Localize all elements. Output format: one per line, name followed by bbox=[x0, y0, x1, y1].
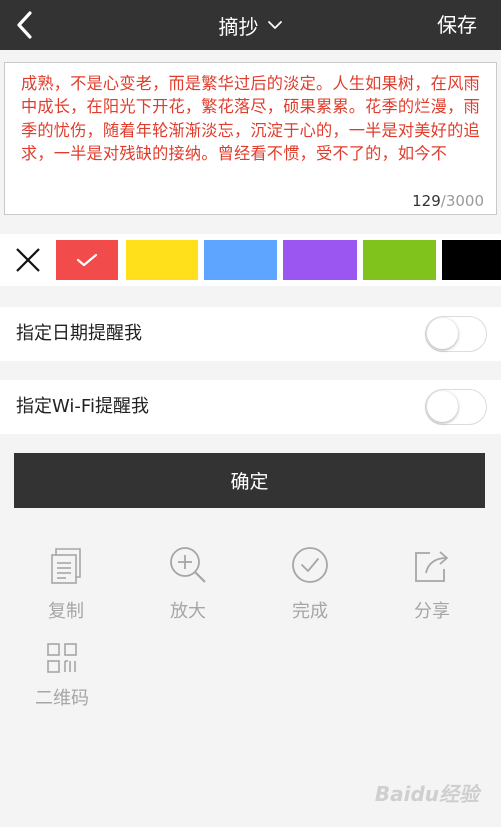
done-button[interactable]: 完成 bbox=[265, 545, 355, 623]
zoom-in-icon bbox=[168, 545, 208, 585]
toggle-knob bbox=[427, 391, 458, 422]
copy-icon bbox=[46, 545, 86, 585]
top-navigation-bar: 摘抄 保存 bbox=[0, 0, 501, 50]
copy-button[interactable]: 复制 bbox=[21, 545, 111, 623]
color-swatch-purple[interactable] bbox=[283, 240, 357, 280]
save-button[interactable]: 保存 bbox=[437, 0, 477, 50]
clear-color-button[interactable] bbox=[0, 234, 56, 286]
color-swatch-red[interactable] bbox=[56, 240, 118, 280]
color-swatch-blue[interactable] bbox=[204, 240, 277, 280]
excerpt-text-editor[interactable]: 成熟，不是心变老，而是繁华过后的淡定。人生如果树，在风雨中成长，在阳光下开花，繁… bbox=[4, 62, 497, 215]
color-swatch-yellow[interactable] bbox=[126, 240, 198, 280]
check-circle-icon bbox=[290, 545, 330, 585]
share-icon bbox=[412, 545, 452, 585]
date-reminder-toggle[interactable] bbox=[425, 316, 487, 352]
page-title: 摘抄 bbox=[218, 14, 259, 39]
date-reminder-row: 指定日期提醒我 bbox=[0, 307, 501, 361]
confirm-button[interactable]: 确定 bbox=[14, 453, 485, 508]
share-label: 分享 bbox=[414, 601, 450, 622]
excerpt-text[interactable]: 成熟，不是心变老，而是繁华过后的淡定。人生如果树，在风雨中成长，在阳光下开花，繁… bbox=[21, 72, 490, 189]
wifi-reminder-row: 指定Wi-Fi提醒我 bbox=[0, 380, 501, 434]
toggle-knob bbox=[427, 318, 458, 349]
qr-code-label: 二维码 bbox=[35, 688, 89, 709]
text-color-palette bbox=[0, 234, 501, 286]
wifi-reminder-toggle[interactable] bbox=[425, 389, 487, 425]
qr-code-button[interactable]: 二维码 bbox=[17, 640, 107, 710]
share-button[interactable]: 分享 bbox=[387, 545, 477, 623]
qr-code-icon bbox=[42, 640, 82, 680]
close-icon bbox=[16, 248, 40, 272]
checkmark-icon bbox=[76, 253, 98, 267]
wifi-reminder-label: 指定Wi-Fi提醒我 bbox=[16, 396, 149, 417]
zoom-in-button[interactable]: 放大 bbox=[143, 545, 233, 623]
color-swatch-green[interactable] bbox=[363, 240, 436, 280]
watermark: Baidu经验 bbox=[374, 782, 479, 806]
character-limit: /3000 bbox=[440, 192, 484, 210]
color-swatch-black[interactable] bbox=[442, 240, 501, 280]
zoom-in-label: 放大 bbox=[170, 601, 206, 622]
chevron-down-icon bbox=[267, 20, 283, 30]
copy-label: 复制 bbox=[48, 601, 84, 622]
done-label: 完成 bbox=[292, 601, 328, 622]
character-count: 129 bbox=[412, 192, 441, 210]
character-counter: 129/3000 bbox=[412, 192, 484, 210]
title-dropdown[interactable]: 摘抄 bbox=[0, 0, 501, 50]
date-reminder-label: 指定日期提醒我 bbox=[16, 323, 142, 344]
